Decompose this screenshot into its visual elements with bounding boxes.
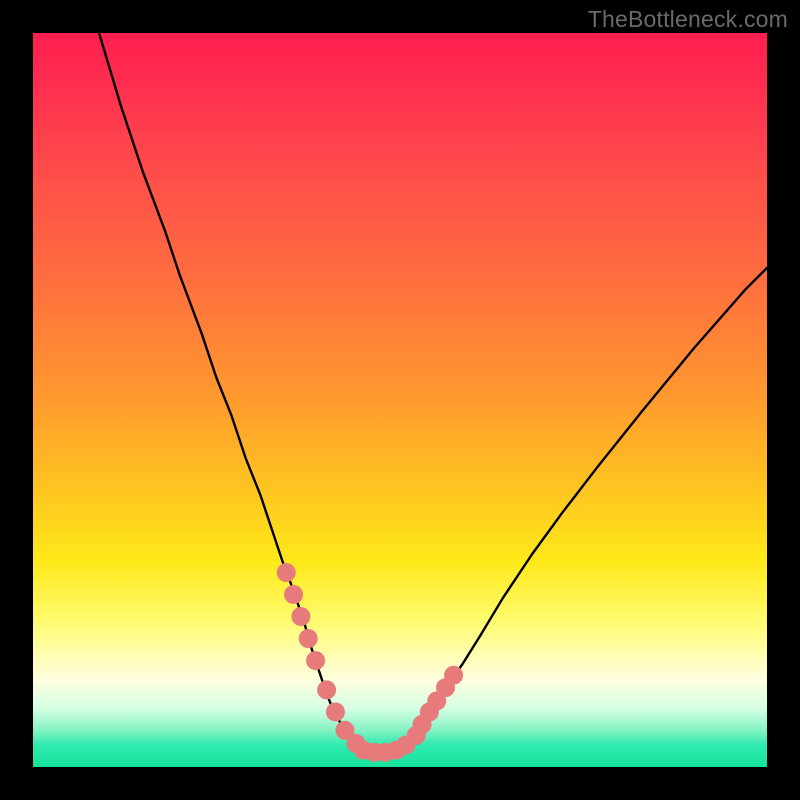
highlight-dot [284,585,303,604]
plot-area [33,33,767,767]
highlight-dot [291,607,310,626]
highlight-dot [306,651,325,670]
highlight-dot [277,563,296,582]
highlight-dot [299,629,318,648]
watermark-text: TheBottleneck.com [588,6,788,33]
highlight-dot [444,666,463,685]
bottleneck-curve [99,33,767,752]
chart-frame: TheBottleneck.com [0,0,800,800]
chart-svg [33,33,767,767]
highlight-dot [326,702,345,721]
highlight-dot [317,680,336,699]
